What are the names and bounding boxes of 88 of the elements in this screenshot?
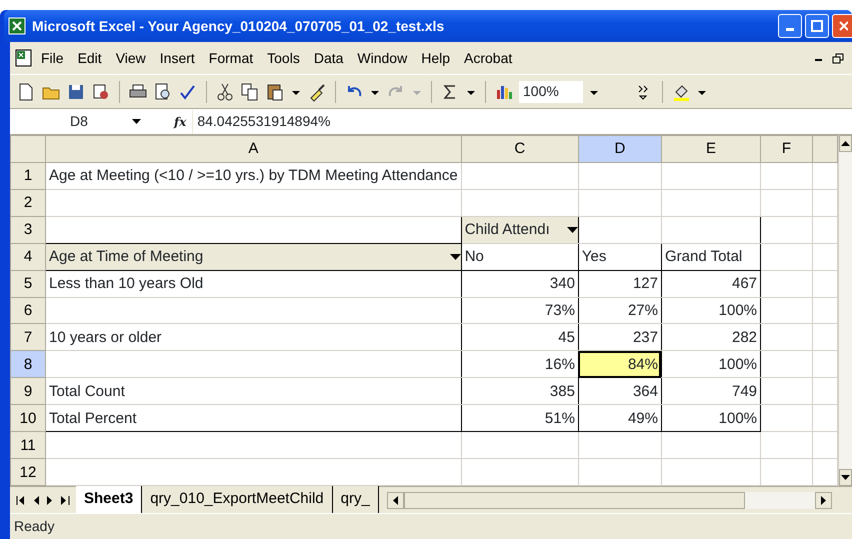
status-text: Ready: [14, 517, 54, 536]
menu-item[interactable]: Tools: [260, 46, 307, 70]
excel-logo-icon: [8, 17, 26, 35]
table-cell: 45: [461, 324, 578, 351]
scroll-down-icon[interactable]: [840, 475, 850, 480]
table-cell: Grand Total: [661, 243, 761, 270]
row-header[interactable]: 10: [10, 404, 46, 432]
name-box[interactable]: D8: [10, 110, 118, 134]
table-cell: 84%: [578, 350, 662, 378]
row-header[interactable]: 3: [10, 216, 46, 244]
close-icon: [838, 20, 848, 32]
sheet-tab[interactable]: Sheet3: [76, 486, 142, 514]
row-header[interactable]: 9: [10, 378, 46, 405]
row-header[interactable]: 1: [10, 162, 46, 190]
pivot-field-button[interactable]: Age at Time of Meeting: [45, 243, 462, 270]
menu-item[interactable]: Window: [350, 46, 414, 70]
table-cell: 73%: [461, 297, 578, 324]
zoom-field[interactable]: 100%: [519, 80, 583, 102]
sheet-tab[interactable]: qry_010_ExportMeetChild: [142, 486, 333, 514]
window-title: Microsoft Excel - Your Agency_010204_070705_01_02_test.xls: [32, 16, 444, 36]
insert-function-button[interactable]: fx: [174, 112, 186, 130]
row-header[interactable]: 2: [10, 189, 46, 216]
row-header[interactable]: 5: [10, 270, 46, 298]
table-cell: 100%: [661, 350, 761, 378]
table-cell: Total Count: [45, 378, 462, 405]
row-header[interactable]: 6: [10, 297, 46, 324]
column-header[interactable]: A: [45, 136, 462, 162]
paste-icon[interactable]: [265, 82, 285, 102]
table-cell: 385: [461, 378, 578, 405]
restore-workbook-icon[interactable]: [832, 52, 844, 64]
table-cell: 340: [461, 270, 578, 298]
menu-item[interactable]: Data: [306, 46, 350, 70]
row-header[interactable]: 11: [10, 432, 46, 459]
last-sheet-icon[interactable]: [61, 496, 70, 504]
next-sheet-icon[interactable]: [47, 496, 53, 504]
row-header[interactable]: 7: [10, 324, 46, 351]
scroll-up-icon[interactable]: [840, 141, 850, 146]
row-header[interactable]: 12: [10, 458, 46, 486]
table-cell: 364: [578, 378, 662, 405]
sheet-title-cell: Age at Meeting (<10 / >=10 yrs.) by TDM Meeting Attendance: [45, 162, 462, 190]
menu-item[interactable]: Acrobat: [457, 46, 520, 70]
menu-item[interactable]: File: [34, 46, 71, 70]
table-cell: 49%: [578, 404, 662, 432]
table-cell: 127: [578, 270, 662, 298]
maximize-icon: [811, 20, 823, 32]
table-cell: 10 years or older: [45, 324, 462, 351]
table-cell: 100%: [661, 404, 761, 432]
dropdown-arrow-icon[interactable]: [566, 226, 578, 233]
minimize-icon: [786, 28, 794, 31]
sheet-tab[interactable]: qry_: [332, 486, 379, 514]
dropdown-arrow-icon[interactable]: [450, 254, 460, 260]
row-header[interactable]: 8: [10, 350, 46, 378]
menu-item[interactable]: View: [108, 46, 153, 70]
table-cell: 282: [661, 324, 761, 351]
close-button[interactable]: [832, 14, 852, 38]
menu-item[interactable]: Insert: [152, 46, 202, 70]
horizontal-scrollbar[interactable]: [386, 492, 832, 508]
table-cell: 27%: [578, 297, 662, 324]
column-header[interactable]: D: [578, 136, 662, 162]
table-cell: 51%: [461, 404, 578, 432]
menu-item[interactable]: Edit: [70, 46, 109, 70]
row-header[interactable]: 4: [10, 243, 46, 270]
pivot-field-label: Child Attendı: [464, 222, 550, 238]
column-header[interactable]: F: [760, 136, 812, 162]
copy-icon[interactable]: [240, 82, 260, 102]
previous-sheet-icon[interactable]: [33, 496, 39, 504]
workbook-icon[interactable]: [14, 48, 34, 68]
first-sheet-icon[interactable]: [16, 496, 25, 504]
vertical-scrollbar[interactable]: [838, 135, 852, 486]
menu-item[interactable]: Help: [414, 46, 457, 70]
table-cell: Less than 10 years Old: [45, 270, 462, 298]
scroll-left-icon[interactable]: [392, 496, 398, 504]
table-cell: No: [461, 243, 578, 270]
pivot-field-label: Age at Time of Meeting: [48, 249, 204, 264]
pivot-field-button[interactable]: Child Attendı: [461, 216, 578, 244]
table-cell: Yes: [578, 243, 662, 270]
column-header[interactable]: C: [461, 136, 578, 162]
table-cell: 749: [661, 378, 761, 405]
cut-icon[interactable]: [215, 82, 235, 102]
menu-item[interactable]: Format: [202, 46, 260, 70]
column-header[interactable]: E: [661, 136, 761, 162]
dropdown-arrow-icon[interactable]: [132, 119, 140, 124]
table-cell: 467: [661, 270, 761, 298]
table-cell: 100%: [661, 297, 761, 324]
minimize-button[interactable]: [778, 14, 802, 38]
maximize-button[interactable]: [805, 14, 829, 38]
scroll-right-icon[interactable]: [821, 496, 826, 504]
table-cell: Total Percent: [45, 404, 462, 432]
